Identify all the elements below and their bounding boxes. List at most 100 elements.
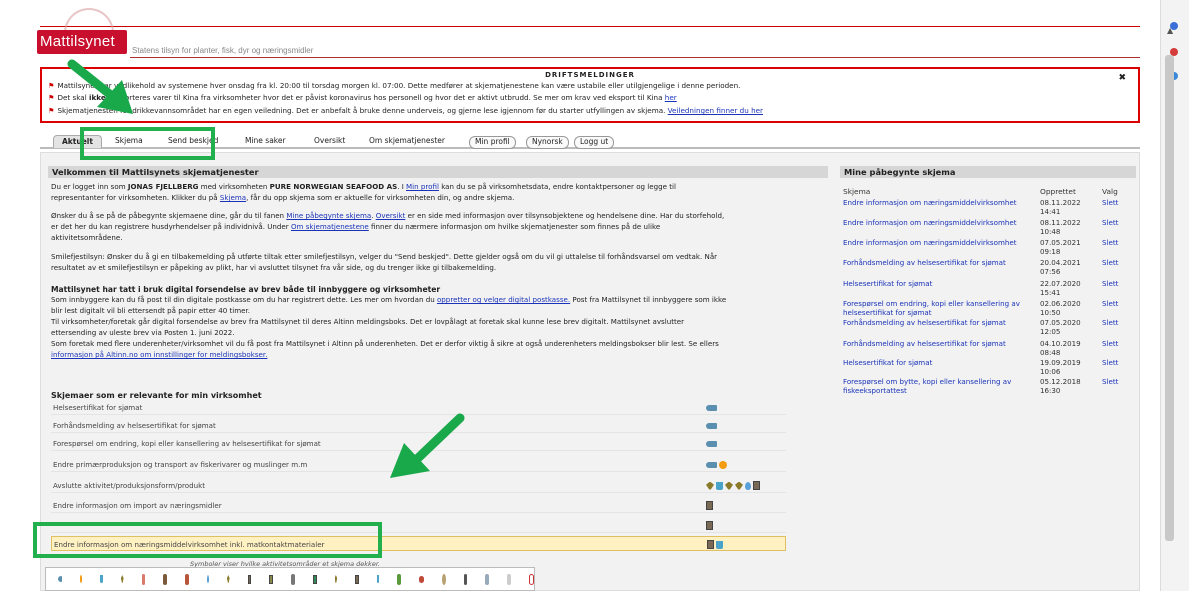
time-text: 12:05	[1040, 326, 1061, 336]
pabegynt-skjema-link[interactable]: Endre informasjon om næringsmiddelvirkso…	[843, 238, 1039, 248]
fish-icon	[58, 576, 62, 582]
slett-link[interactable]: Slett	[1102, 258, 1118, 268]
welcome-paragraph: Ønsker du å se på de påbegynte skjemaene…	[51, 211, 725, 242]
om-skjematjenestene-link[interactable]: Om skjematjenestene	[291, 222, 369, 231]
cup-icon	[716, 540, 723, 549]
min-profil-button[interactable]: Min profil	[469, 136, 516, 149]
pabegynt-skjema-link[interactable]: Forhåndsmelding av helsesertifikat for s…	[843, 318, 1039, 328]
drift-messages-box: DRIFTSMELDINGER ✖ ⚑ Mattilsynet har vedli…	[40, 67, 1140, 123]
animal-icon	[725, 481, 733, 490]
slett-link[interactable]: Slett	[1102, 318, 1118, 328]
veiledning-link[interactable]: Veiledningen finner du her	[668, 106, 763, 115]
fish-icon	[706, 461, 717, 468]
altinn-link[interactable]: informasjon på Altinn.no om innstillinge…	[51, 350, 267, 359]
skjema-row[interactable]: Avslutte aktivitet/produksjonsform/produ…	[51, 478, 786, 493]
oversikt-link[interactable]: Oversikt	[376, 211, 406, 220]
pabegynt-skjema-link[interactable]: Forhåndsmelding av helsesertifikat for s…	[843, 258, 1039, 268]
fish-icon	[706, 440, 717, 447]
pabegynt-skjema-link[interactable]: Forhåndsmelding av helsesertifikat for s…	[843, 339, 1039, 349]
skjema-row[interactable]: Endre informasjon om import av næringsmi…	[51, 498, 786, 513]
pabegynt-date: 04.10.2019 08:48	[1040, 339, 1090, 357]
skjema-row[interactable]: Forespørsel om endring, kopi eller kanse…	[51, 436, 786, 451]
pabegynt-skjema-link[interactable]: Endre informasjon om næringsmiddelvirkso…	[843, 198, 1039, 208]
shellfish-icon	[100, 575, 103, 583]
digital-postkasse-link[interactable]: oppretter og velger digital postkasse.	[437, 295, 570, 304]
slett-link[interactable]: Slett	[1102, 299, 1118, 309]
plants-icon	[397, 573, 402, 585]
symbols	[706, 421, 717, 430]
slett-link[interactable]: Slett	[1102, 279, 1118, 289]
symbols	[706, 521, 713, 530]
skjema-row[interactable]: Endre primærproduksjon og transport av f…	[51, 457, 786, 472]
package-icon	[753, 481, 760, 490]
tab-mine-saker[interactable]: Mine saker	[245, 135, 286, 148]
logo-text: Mattilsynet	[40, 33, 115, 50]
time-text: 09:18	[1040, 246, 1061, 256]
page: ▲ Mattilsynet Statens tilsyn for planter…	[0, 0, 1189, 591]
digital-post-heading: Mattilsynet har tatt i bruk digital fors…	[51, 285, 441, 294]
skjema-link[interactable]: Skjema	[220, 193, 246, 202]
nynorsk-button[interactable]: Nynorsk	[526, 136, 569, 149]
symbols	[706, 439, 717, 448]
package-icon	[706, 501, 713, 510]
gear-icon	[735, 481, 743, 490]
welcome-title: Velkommen til Mattilsynets skjematjenest…	[48, 166, 828, 178]
highlight-box	[33, 522, 382, 558]
slett-link[interactable]: Slett	[1102, 198, 1118, 208]
skjema-link[interactable]: Endre informasjon om import av næringsmi…	[53, 501, 222, 510]
time-text: 16:30	[1040, 385, 1061, 395]
column-header-skjema: Skjema	[843, 187, 871, 196]
symbols	[706, 403, 717, 412]
tools-icon	[463, 573, 468, 585]
package-icon	[355, 574, 359, 584]
person-icon	[291, 573, 295, 585]
flag-icon: ⚑	[48, 93, 55, 102]
slett-link[interactable]: Slett	[1102, 358, 1118, 368]
pabegynt-date: 20.04.2021 07:56	[1040, 258, 1090, 276]
highlight-box	[80, 127, 215, 160]
skjema-row[interactable]: Helsesertifikat for sjømat	[51, 400, 786, 415]
skjema-section-title: Skjemaer som er relevante for min virkso…	[51, 391, 262, 400]
skjema-link[interactable]: Avslutte aktivitet/produksjonsform/produ…	[53, 481, 205, 490]
orange-icon	[79, 575, 83, 583]
skjema-link[interactable]: Helsesertifikat for sjømat	[53, 403, 142, 412]
column-header-opprettet: Opprettet	[1040, 187, 1076, 196]
skjema-link[interactable]: Forespørsel om endring, kopi eller kanse…	[53, 439, 321, 448]
pabegynt-skjema-link[interactable]: Helsesertifikat for sjømat	[843, 358, 1039, 368]
mine-pabegynte-link[interactable]: Mine påbegynte skjema	[286, 211, 371, 220]
pabegynt-date: 02.06.2020 10:50	[1040, 299, 1090, 317]
shellfish-icon	[716, 481, 723, 490]
pabegynt-skjema-link[interactable]: Forespørsel om bytte, kopi eller kansell…	[843, 377, 1039, 395]
pabegynt-date: 08.11.2022 10:48	[1040, 218, 1090, 236]
pabegynt-skjema-link[interactable]: Forespørsel om endring, kopi eller kanse…	[843, 299, 1039, 317]
slett-link[interactable]: Slett	[1102, 218, 1118, 228]
column-header-valg: Valg	[1102, 187, 1118, 196]
time-text: 10:50	[1040, 307, 1061, 317]
meat-icon	[185, 573, 189, 585]
package-icon	[707, 540, 714, 549]
slett-link[interactable]: Slett	[1102, 339, 1118, 349]
tab-om-skjematjenester[interactable]: Om skjematjenester	[369, 135, 445, 148]
logg-ut-button[interactable]: Logg ut	[574, 136, 615, 149]
tab-oversikt[interactable]: Oversikt	[314, 135, 345, 148]
digital-post-paragraph: Som innbyggere kan du få post til din di…	[51, 295, 727, 359]
scrollbar-thumb[interactable]	[1165, 55, 1174, 541]
slett-link[interactable]: Slett	[1102, 238, 1118, 248]
close-icon[interactable]: ✖	[1118, 73, 1126, 83]
time-text: 08:48	[1040, 347, 1061, 357]
symbols	[706, 460, 727, 469]
kina-link[interactable]: her	[665, 93, 677, 102]
min-profil-link[interactable]: Min profil	[406, 182, 439, 191]
pabegynt-skjema-link[interactable]: Endre informasjon om næringsmiddelvirkso…	[843, 218, 1039, 228]
drift-bold: ikke	[88, 93, 106, 102]
gear-icon	[226, 575, 230, 583]
plant-icon	[706, 481, 714, 490]
skjema-link[interactable]: Forhåndsmelding av helsesertifikat for s…	[53, 421, 216, 430]
time-text: 15:41	[1040, 287, 1061, 297]
skjema-link[interactable]: Endre primærproduksjon og transport av f…	[53, 460, 307, 469]
slett-link[interactable]: Slett	[1102, 377, 1118, 387]
lab-icon	[485, 573, 490, 585]
scroll-up-icon[interactable]: ▲	[1167, 26, 1173, 35]
skjema-row[interactable]: Forhåndsmelding av helsesertifikat for s…	[51, 418, 786, 433]
pabegynt-skjema-link[interactable]: Helsesertifikat for sjømat	[843, 279, 1039, 289]
